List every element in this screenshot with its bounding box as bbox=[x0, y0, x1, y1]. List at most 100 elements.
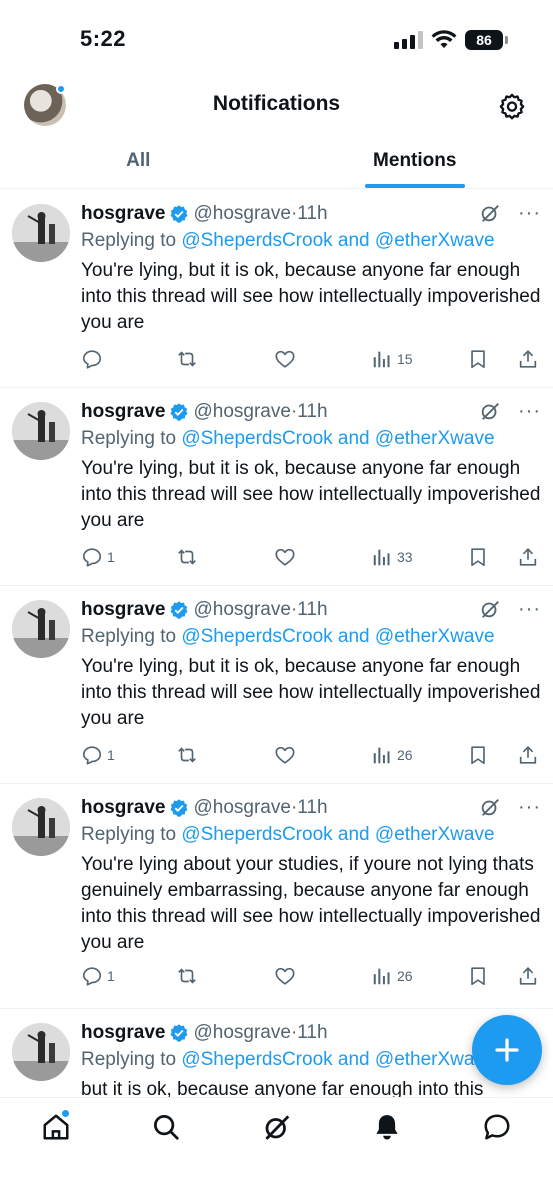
tweet-actions: 1 26 bbox=[81, 743, 541, 767]
avatar[interactable] bbox=[12, 204, 70, 262]
share-button[interactable] bbox=[517, 743, 539, 767]
avatar[interactable] bbox=[12, 1023, 70, 1081]
author-name[interactable]: hosgrave bbox=[81, 203, 165, 225]
verified-badge-icon bbox=[170, 1024, 188, 1042]
signal-icon bbox=[394, 31, 423, 49]
like-icon bbox=[275, 548, 295, 566]
author-handle: @hosgrave bbox=[193, 203, 291, 224]
replying-prefix: Replying to bbox=[81, 824, 182, 845]
gear-icon[interactable] bbox=[498, 92, 526, 120]
compose-button[interactable] bbox=[472, 1015, 542, 1085]
timestamp: 11h bbox=[297, 599, 328, 620]
retweet-icon bbox=[178, 549, 196, 565]
more-icon[interactable]: ··· bbox=[518, 400, 541, 423]
retweet-button[interactable] bbox=[176, 743, 198, 767]
nav-search[interactable] bbox=[151, 1112, 181, 1142]
views-count: 15 bbox=[397, 351, 413, 367]
reply-button[interactable] bbox=[81, 347, 107, 371]
reply-button[interactable]: 1 bbox=[81, 964, 115, 988]
share-button[interactable] bbox=[517, 347, 539, 371]
tweet[interactable]: hosgrave @hosgrave · 11h ··· Replying to… bbox=[0, 784, 553, 1009]
retweet-button[interactable] bbox=[176, 347, 198, 371]
bookmark-icon bbox=[471, 350, 485, 369]
tweet-text: You're lying, but it is ok, because anyo… bbox=[81, 260, 541, 333]
tab-mentions[interactable]: Mentions bbox=[277, 140, 553, 188]
author-name[interactable]: hosgrave bbox=[81, 797, 165, 819]
reply-icon bbox=[82, 548, 102, 567]
status-bar: 5:22 86 bbox=[0, 0, 553, 80]
tweet-actions: 1 33 bbox=[81, 545, 541, 569]
bottom-nav bbox=[0, 1097, 553, 1200]
tweet-body: hosgrave @hosgrave · 11h ··· Replying to… bbox=[81, 400, 541, 534]
messages-icon bbox=[484, 1114, 510, 1140]
views-button[interactable]: 26 bbox=[371, 743, 413, 767]
grok-icon[interactable] bbox=[479, 598, 501, 620]
like-button[interactable] bbox=[274, 743, 296, 767]
tweet-text: You're lying, but it is ok, because anyo… bbox=[81, 458, 541, 531]
nav-messages[interactable] bbox=[482, 1112, 512, 1142]
replying-to-users[interactable]: @SheperdsCrook and @etherXwave bbox=[181, 230, 494, 251]
grok-icon[interactable] bbox=[479, 796, 501, 818]
avatar[interactable] bbox=[12, 798, 70, 856]
share-button[interactable] bbox=[517, 964, 539, 988]
more-icon[interactable]: ··· bbox=[518, 796, 541, 819]
tweet[interactable]: hosgrave @hosgrave · 11h Replying to @Sh… bbox=[0, 1009, 553, 1109]
tweet[interactable]: hosgrave @hosgrave · 11h ··· Replying to… bbox=[0, 190, 553, 388]
reply-icon bbox=[82, 350, 102, 369]
views-button[interactable]: 26 bbox=[371, 964, 413, 988]
author-name[interactable]: hosgrave bbox=[81, 599, 165, 621]
reply-icon bbox=[82, 967, 102, 986]
views-icon bbox=[373, 747, 390, 764]
tweet-body: hosgrave @hosgrave · 11h ··· Replying to… bbox=[81, 598, 541, 732]
views-icon bbox=[373, 968, 390, 985]
views-count: 33 bbox=[397, 549, 413, 565]
avatar[interactable] bbox=[12, 600, 70, 658]
tab-bar: All Mentions bbox=[0, 140, 553, 189]
more-icon[interactable]: ··· bbox=[518, 202, 541, 225]
like-button[interactable] bbox=[274, 964, 296, 988]
share-icon bbox=[519, 967, 537, 985]
tweet[interactable]: hosgrave @hosgrave · 11h ··· Replying to… bbox=[0, 586, 553, 784]
bookmark-button[interactable] bbox=[467, 545, 489, 569]
bookmark-button[interactable] bbox=[467, 964, 489, 988]
like-icon bbox=[275, 746, 295, 764]
retweet-button[interactable] bbox=[176, 964, 198, 988]
avatar[interactable] bbox=[12, 402, 70, 460]
nav-notifications[interactable] bbox=[372, 1112, 402, 1142]
reply-button[interactable]: 1 bbox=[81, 545, 115, 569]
replying-to-users[interactable]: @SheperdsCrook and @etherXwave bbox=[181, 626, 494, 647]
share-icon bbox=[519, 746, 537, 764]
replying-to: Replying to @SheperdsCrook and @etherXwa… bbox=[81, 428, 541, 450]
bookmark-button[interactable] bbox=[467, 347, 489, 371]
like-icon bbox=[275, 967, 295, 985]
nav-grok[interactable] bbox=[262, 1112, 292, 1142]
bookmark-button[interactable] bbox=[467, 743, 489, 767]
retweet-button[interactable] bbox=[176, 545, 198, 569]
grok-icon[interactable] bbox=[479, 400, 501, 422]
tweet[interactable]: hosgrave @hosgrave · 11h ··· Replying to… bbox=[0, 388, 553, 586]
more-icon[interactable]: ··· bbox=[518, 598, 541, 621]
views-button[interactable]: 33 bbox=[371, 545, 413, 569]
share-button[interactable] bbox=[517, 545, 539, 569]
reply-button[interactable]: 1 bbox=[81, 743, 115, 767]
battery-indicator: 86 bbox=[465, 30, 508, 50]
replying-to-users[interactable]: @SheperdsCrook and @etherXwave bbox=[181, 1049, 494, 1070]
replying-to-users[interactable]: @SheperdsCrook and @etherXwave bbox=[181, 824, 494, 845]
timestamp: 11h bbox=[297, 401, 328, 422]
share-icon bbox=[519, 350, 537, 368]
verified-badge-icon bbox=[170, 403, 188, 421]
plus-icon bbox=[495, 1038, 519, 1062]
like-button[interactable] bbox=[274, 347, 296, 371]
tab-all[interactable]: All bbox=[0, 140, 277, 188]
views-button[interactable]: 15 bbox=[371, 347, 413, 371]
replying-to-users[interactable]: @SheperdsCrook and @etherXwave bbox=[181, 428, 494, 449]
like-button[interactable] bbox=[274, 545, 296, 569]
grok-icon[interactable] bbox=[479, 202, 501, 224]
tweet-header: hosgrave @hosgrave · 11h bbox=[81, 598, 541, 622]
search-icon bbox=[154, 1115, 179, 1140]
author-name[interactable]: hosgrave bbox=[81, 401, 165, 423]
author-name[interactable]: hosgrave bbox=[81, 1022, 165, 1044]
status-indicators: 86 bbox=[394, 30, 508, 50]
tab-label: All bbox=[126, 150, 151, 171]
grok-icon bbox=[265, 1115, 290, 1140]
